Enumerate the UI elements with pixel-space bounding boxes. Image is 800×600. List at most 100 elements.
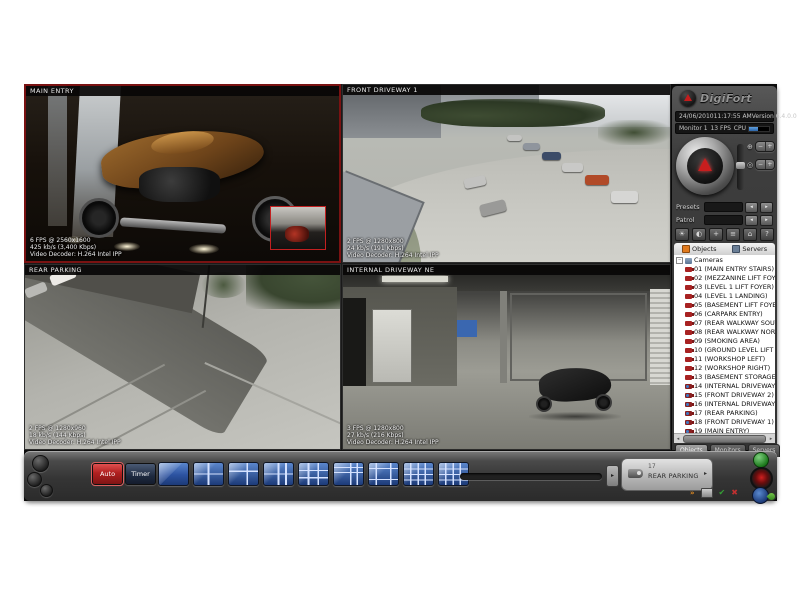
tree-item-camera-12[interactable]: 12 (WORKSHOP RIGHT) (676, 364, 775, 373)
scroll-left-icon[interactable]: ◂ (674, 436, 682, 442)
confirm-check-icon[interactable]: ✔ (719, 488, 726, 498)
menu-icon[interactable]: ≡ (726, 228, 740, 241)
layout-button-layout-1[interactable] (158, 462, 189, 486)
focus-near-button[interactable]: − (756, 160, 765, 169)
presets-value-box[interactable] (704, 202, 743, 212)
layout-button-layout-10[interactable] (333, 462, 364, 486)
fast-forward-icon[interactable]: » (690, 488, 695, 498)
help-icon[interactable]: ? (760, 228, 774, 241)
camera-next-icon[interactable]: ▸ (701, 465, 710, 483)
camera-scene-front-driveway (343, 85, 670, 262)
collapse-icon[interactable]: − (676, 257, 683, 264)
scroll-right-icon[interactable]: ▸ (767, 436, 775, 442)
tree-item-camera-01[interactable]: 01 (MAIN ENTRY STAIRS) (676, 265, 775, 274)
tree-item-camera-03[interactable]: 03 (LEVEL 1 LIFT FOYER) (676, 283, 775, 292)
auto-mode-button[interactable]: Auto (92, 463, 123, 485)
monitor-icon[interactable] (701, 488, 713, 498)
stats-fps: 6 FPS @ 2560x1600 (30, 237, 122, 244)
patrol-prev-button[interactable]: ◂ (745, 215, 758, 226)
toolbar-knob-icon[interactable] (32, 455, 49, 472)
tree-item-label: 16 (INTERNAL DRIVEWAY NE) (694, 400, 775, 409)
tree-root-cameras[interactable]: − Cameras (676, 256, 775, 265)
tree-item-camera-13[interactable]: 13 (BASEMENT STORAGE) (676, 373, 775, 382)
camera-title-main-entry: MAIN ENTRY (26, 86, 339, 96)
panel-tab-objects[interactable]: Objects (674, 243, 725, 255)
tree-item-label: 03 (LEVEL 1 LIFT FOYER) (694, 283, 774, 292)
layout-button-layout-16[interactable] (403, 462, 434, 486)
focus-rocker[interactable]: −+ (755, 159, 775, 170)
tree-item-camera-14[interactable]: 14 (INTERNAL DRIVEWAY SW) (676, 382, 775, 391)
panel-tab-servers[interactable]: Servers (725, 243, 776, 255)
layout-button-layout-13[interactable] (368, 462, 399, 486)
pillar (500, 291, 507, 383)
layout-button-layout-8[interactable] (263, 462, 294, 486)
camera-stats-overlay: 3 FPS @ 1280x800 27 kb/s (216 Kbps) Vide… (347, 425, 439, 446)
tree-item-camera-17[interactable]: 17 (REAR PARKING) (676, 409, 775, 418)
zoom-rocker[interactable]: −+ (755, 141, 775, 152)
camera-view-rear-parking[interactable]: REAR PARKING 2 FPS @ 1280x960 18 kb/s (1… (24, 264, 341, 450)
tree-item-camera-10[interactable]: 10 (GROUND LEVEL LIFT FOYER) (676, 346, 775, 355)
camera-view-main-entry[interactable]: MAIN ENTRY 6 FPS @ 2560x1600 425 kb/s (3… (24, 84, 341, 263)
green-action-button[interactable] (753, 452, 769, 468)
camera-icon (685, 330, 692, 335)
tree-item-camera-05[interactable]: 05 (BASEMENT LIFT FOYER) (676, 301, 775, 310)
motorcycle-rear-wheel (79, 198, 119, 238)
layout-button-layout-4[interactable] (193, 462, 224, 486)
scrollbar-thumb[interactable] (683, 435, 766, 443)
presets-prev-button[interactable]: ◂ (745, 202, 758, 213)
wiper-icon[interactable]: + (709, 228, 723, 241)
ptz-joystick[interactable] (676, 137, 734, 195)
tree-item-camera-07[interactable]: 07 (REAR WALKWAY SOUTHWEST) (676, 319, 775, 328)
tree-item-camera-06[interactable]: 06 (CARPARK ENTRY) (676, 310, 775, 319)
camera-view-front-driveway-1[interactable]: FRONT DRIVEWAY 1 2 FPS @ 1280x800 (342, 84, 671, 263)
iris-icon[interactable]: ◐ (692, 228, 706, 241)
patrol-next-button[interactable]: ▸ (760, 215, 773, 226)
motorcycle-front-wheel (595, 394, 612, 411)
tree-item-camera-02[interactable]: 02 (MEZZANINE LIFT FOYER) (676, 274, 775, 283)
zoom-out-button[interactable]: − (756, 142, 765, 151)
zoom-in-button[interactable]: + (766, 142, 774, 151)
light-icon[interactable]: ☀ (675, 228, 689, 241)
roller-door (650, 289, 670, 385)
ptz-direction-pointer (698, 158, 712, 171)
pip-inset-view[interactable] (270, 206, 326, 250)
tree-item-label: 09 (SMOKING AREA) (694, 337, 760, 346)
tree-item-camera-11[interactable]: 11 (WORKSHOP LEFT) (676, 355, 775, 364)
timer-mode-button[interactable]: Timer (125, 463, 156, 485)
fluorescent-light (382, 276, 447, 282)
tree-item-camera-09[interactable]: 09 (SMOKING AREA) (676, 337, 775, 346)
patrol-value-box[interactable] (704, 215, 743, 225)
toolbar-knob-icon[interactable] (27, 472, 42, 487)
camera-icon (685, 384, 692, 389)
tree-item-camera-08[interactable]: 08 (REAR WALKWAY NORTHEAST) (676, 328, 775, 337)
camera-title-rear-parking: REAR PARKING (25, 265, 340, 275)
focus-control-row: ◎ −+ (747, 159, 775, 170)
toolbar-knob-icon[interactable] (40, 484, 53, 497)
selected-camera-panel[interactable]: 17 REAR PARKING ▸ (621, 458, 713, 491)
tree-item-camera-04[interactable]: 04 (LEVEL 1 LANDING) (676, 292, 775, 301)
objects-icon (682, 245, 690, 253)
tree-item-camera-18[interactable]: 18 (FRONT DRIVEWAY 1) (676, 418, 775, 427)
presets-next-button[interactable]: ▸ (760, 202, 773, 213)
status-version: Version 6.4.0.0 (752, 113, 797, 120)
tree-item-label: 15 (FRONT DRIVEWAY 2) (694, 391, 774, 400)
strip-next-button[interactable]: ▸ (606, 465, 619, 487)
camera-icon (685, 402, 692, 407)
tree-item-camera-15[interactable]: 15 (FRONT DRIVEWAY 2) (676, 391, 775, 400)
home-icon[interactable]: ⌂ (743, 228, 757, 241)
camera-icon (685, 285, 692, 290)
camera-view-internal-driveway-ne[interactable]: INTERNAL DRIVEWAY NE 3 FPS @ 1280x800 27… (342, 264, 671, 450)
ptz-speed-knob[interactable] (736, 162, 745, 169)
presets-row: Presets ◂ ▸ (676, 201, 773, 213)
camera-scene-main-entry (26, 86, 339, 261)
ptz-speed-slider[interactable] (737, 144, 744, 190)
zoom-control-row: ⊕ −+ (747, 141, 775, 152)
pip-content (285, 226, 309, 242)
focus-far-button[interactable]: + (766, 160, 774, 169)
cancel-x-icon[interactable]: ✖ (731, 488, 738, 498)
horizontal-scrollbar[interactable]: ◂ ▸ (674, 433, 775, 443)
white-door (372, 309, 411, 383)
layout-button-layout-9[interactable] (298, 462, 329, 486)
layout-button-layout-6[interactable] (228, 462, 259, 486)
tree-item-camera-16[interactable]: 16 (INTERNAL DRIVEWAY NE) (676, 400, 775, 409)
